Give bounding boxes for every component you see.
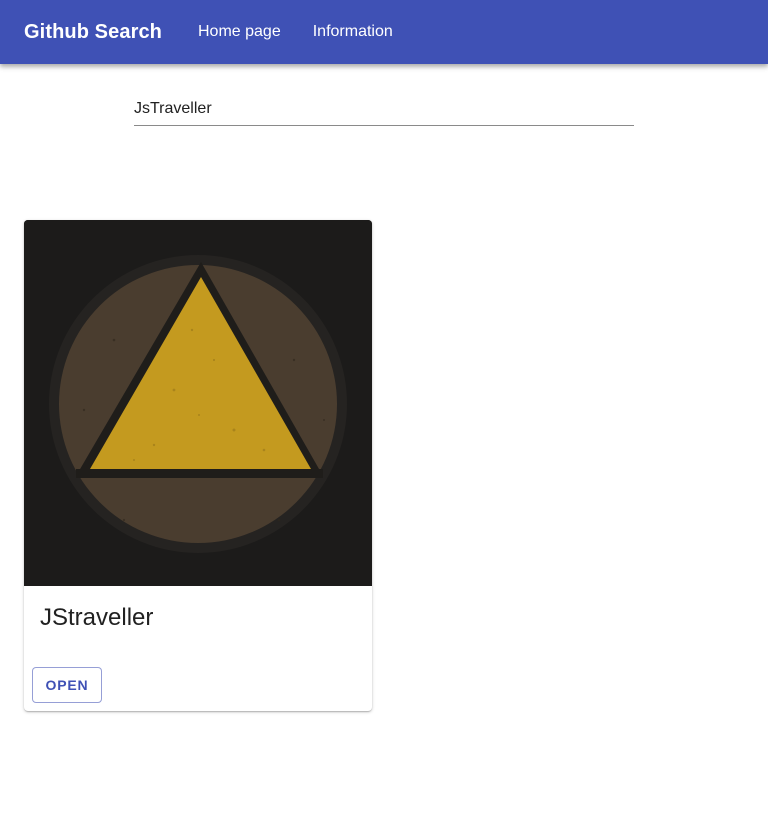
search-field bbox=[134, 96, 634, 126]
app-bar: Github Search Home page Information bbox=[0, 0, 768, 64]
avatar-image bbox=[24, 220, 372, 586]
nav-home-link[interactable]: Home page bbox=[198, 23, 281, 41]
repo-name: JStraveller bbox=[40, 604, 154, 631]
open-button[interactable]: OPEN bbox=[32, 667, 102, 703]
search-input[interactable] bbox=[134, 96, 634, 122]
nav-information-link[interactable]: Information bbox=[313, 23, 393, 41]
repo-card: JStraveller OPEN bbox=[24, 220, 372, 711]
app-title: Github Search bbox=[24, 20, 162, 43]
